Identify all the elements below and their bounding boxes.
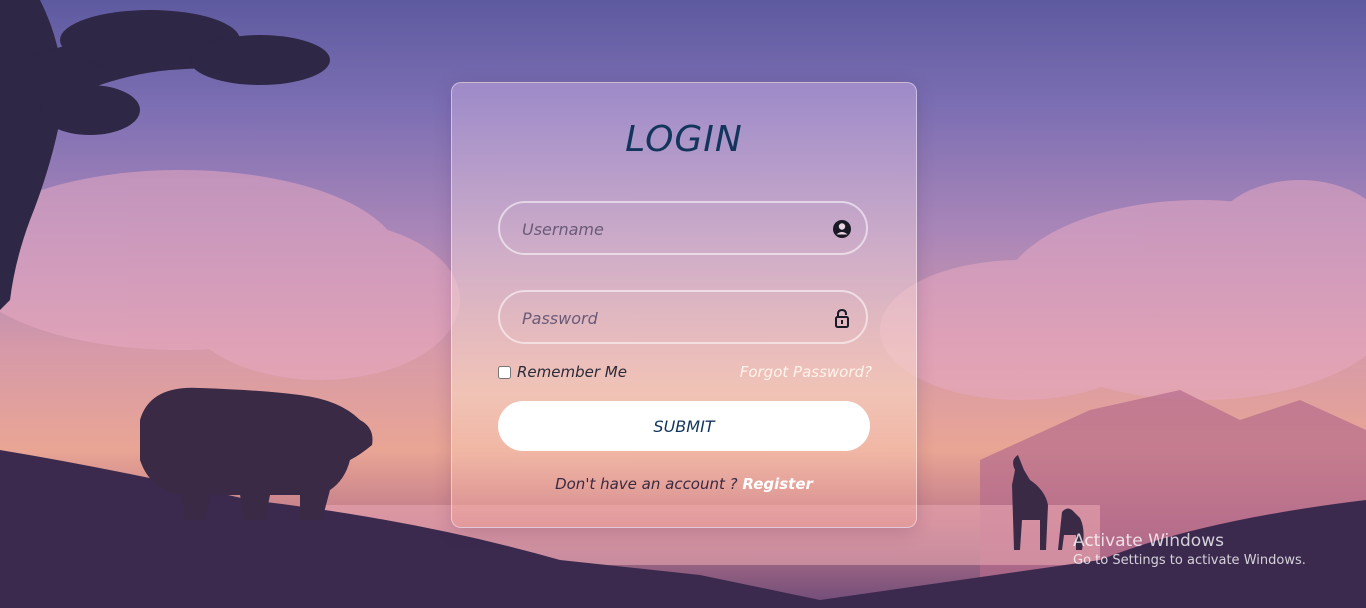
password-input[interactable]: [520, 292, 824, 344]
activate-windows-watermark: Activate Windows Go to Settings to activ…: [1073, 531, 1306, 568]
submit-button[interactable]: SUBMIT: [498, 401, 870, 451]
forgot-password-link[interactable]: Forgot Password?: [740, 363, 872, 381]
remember-me-label: Remember Me: [517, 363, 627, 381]
watermark-title: Activate Windows: [1073, 531, 1224, 551]
user-circle-icon: [833, 220, 851, 238]
remember-me-checkbox[interactable]: [498, 365, 511, 379]
remember-me[interactable]: Remember Me: [498, 363, 627, 381]
login-title: LOGIN: [625, 119, 743, 160]
options-row: Remember Me Forgot Password?: [498, 363, 872, 385]
register-prompt: Don't have an account ?: [555, 475, 743, 493]
login-card: LOGIN Remember Me Forgot Password? SUBMI…: [451, 82, 917, 528]
register-link[interactable]: Register: [742, 475, 813, 493]
watermark-subtitle: Go to Settings to activate Windows.: [1073, 553, 1306, 568]
username-field[interactable]: [498, 201, 868, 255]
register-line: Don't have an account ? Register: [452, 475, 916, 493]
username-input[interactable]: [520, 203, 824, 255]
password-field[interactable]: [498, 290, 868, 344]
lock-icon: [835, 308, 849, 328]
